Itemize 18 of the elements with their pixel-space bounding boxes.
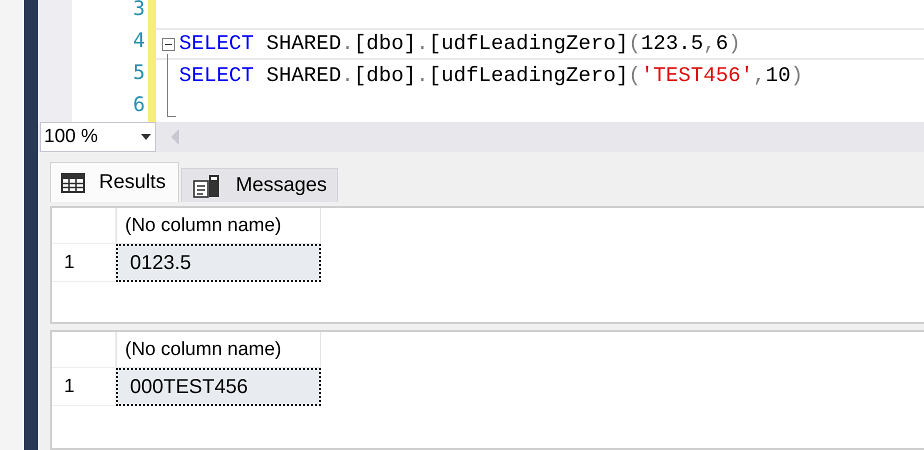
line-number: 5 <box>132 60 145 86</box>
zoom-dropdown[interactable]: 100 % <box>40 122 156 152</box>
code-line: SELECT SHARED.[dbo].[udfLeadingZero](123.5,6) <box>179 32 741 56</box>
results-tab[interactable]: Results <box>50 162 179 202</box>
caret-icon <box>141 134 151 140</box>
grid-icon <box>61 172 85 192</box>
outline-line <box>167 54 176 117</box>
line-number: 6 <box>132 92 145 118</box>
line-number: 4 <box>132 28 145 54</box>
column-header: (No column name) <box>116 208 321 244</box>
messages-icon <box>192 172 222 198</box>
table-cell[interactable]: 0123.5 <box>116 244 321 282</box>
line-number: 3 <box>132 0 145 22</box>
column-header: (No column name) <box>116 332 321 368</box>
messages-tab[interactable]: Messages <box>180 168 338 202</box>
table-cell[interactable]: 000TEST456 <box>116 368 321 406</box>
code-line: SELECT SHARED.[dbo].[udfLeadingZero]('TEST456',10) <box>179 64 804 88</box>
collapse-icon[interactable] <box>162 38 174 50</box>
